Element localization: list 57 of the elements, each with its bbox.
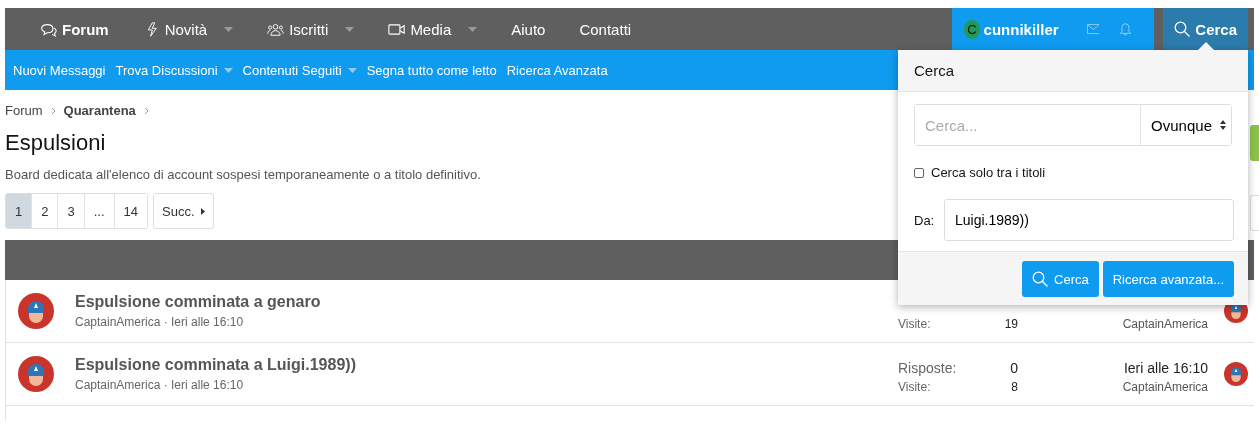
breadcrumb-link[interactable]: Quarantena bbox=[63, 103, 136, 118]
visits-count: 19 bbox=[1004, 316, 1018, 332]
popup-pointer-icon bbox=[1198, 42, 1214, 50]
caret-icon bbox=[224, 26, 234, 32]
page-button[interactable]: 1 bbox=[6, 194, 32, 228]
caret-icon bbox=[345, 26, 355, 32]
nav-tab[interactable]: Forum bbox=[23, 8, 126, 50]
bell-icon[interactable] bbox=[1119, 22, 1133, 36]
thread-meta: CaptainAmerica · Ieri alle 16:10 bbox=[75, 315, 245, 329]
thread-title-link[interactable]: Espulsione comminata a Luigi.1989)) bbox=[75, 356, 898, 374]
nav-tab[interactable]: Contatti bbox=[562, 8, 649, 50]
visits-label: Visite: bbox=[898, 316, 932, 332]
field-label: Da: bbox=[914, 212, 936, 228]
avatar-drawing bbox=[18, 356, 54, 392]
forum-description: Board dedicata all'elenco di account sospesi temporaneamente o a titolo definitivo. bbox=[5, 167, 481, 182]
search-button[interactable]: Cerca bbox=[1163, 8, 1248, 50]
last-poster-name[interactable]: CaptainAmerica bbox=[1122, 317, 1208, 331]
people-icon bbox=[267, 21, 285, 37]
search-icon bbox=[1174, 21, 1191, 37]
last-post-date[interactable]: Ieri alle 16:10 bbox=[1123, 360, 1208, 377]
last-poster-name[interactable]: CaptainAmerica bbox=[1122, 380, 1208, 394]
speech-bubbles-icon bbox=[40, 21, 57, 37]
visits-count: 8 bbox=[1010, 379, 1018, 395]
thread-meta: CaptainAmerica · Ieri alle 16:10 bbox=[75, 378, 245, 392]
button-edge bbox=[1250, 195, 1259, 231]
checkbox-label[interactable]: Cerca solo tra i titoli bbox=[931, 165, 1046, 180]
user-avatar[interactable]: C bbox=[964, 19, 980, 39]
scope-dropdown[interactable]: Ovunque bbox=[1140, 105, 1231, 145]
avatar-drawing bbox=[1224, 362, 1248, 386]
replies-label: Risposte: bbox=[898, 359, 958, 377]
nav-tab[interactable]: Novità bbox=[125, 8, 251, 50]
search-icon bbox=[1032, 271, 1049, 287]
thread-title-link[interactable]: Espulsione comminata a genaro bbox=[75, 293, 898, 311]
envelope-icon[interactable] bbox=[1086, 22, 1100, 36]
nav-tab[interactable]: Aiuto bbox=[494, 8, 563, 50]
breadcrumb-link[interactable]: Forum bbox=[5, 103, 43, 118]
next-page-button[interactable]: Succ. bbox=[153, 193, 214, 229]
caret-icon bbox=[347, 67, 357, 73]
chevron-icon bbox=[50, 106, 56, 115]
avatar-drawing bbox=[18, 293, 54, 329]
button-edge bbox=[1250, 125, 1259, 161]
nav-tab[interactable]: Iscritti bbox=[250, 8, 372, 50]
video-camera-icon bbox=[388, 21, 406, 37]
caret-icon bbox=[223, 67, 233, 73]
page-button[interactable]: 14 bbox=[113, 194, 147, 228]
visits-label: Visite: bbox=[898, 379, 932, 395]
popup-title: Cerca bbox=[898, 50, 1248, 92]
caret-icon bbox=[468, 26, 478, 32]
chevron-icon bbox=[143, 106, 149, 115]
replies-count: 0 bbox=[1010, 359, 1018, 377]
caret-right-icon bbox=[200, 207, 205, 215]
checkbox[interactable] bbox=[914, 167, 924, 178]
author-input-field[interactable]: Luigi.1989)) bbox=[944, 199, 1234, 241]
search-bar[interactable]: Cerca... Ovunque bbox=[914, 104, 1232, 146]
up-down-arrows-icon bbox=[1220, 120, 1226, 130]
nav-tab[interactable]: Media bbox=[371, 8, 495, 50]
page-title: Espulsioni bbox=[5, 130, 107, 156]
